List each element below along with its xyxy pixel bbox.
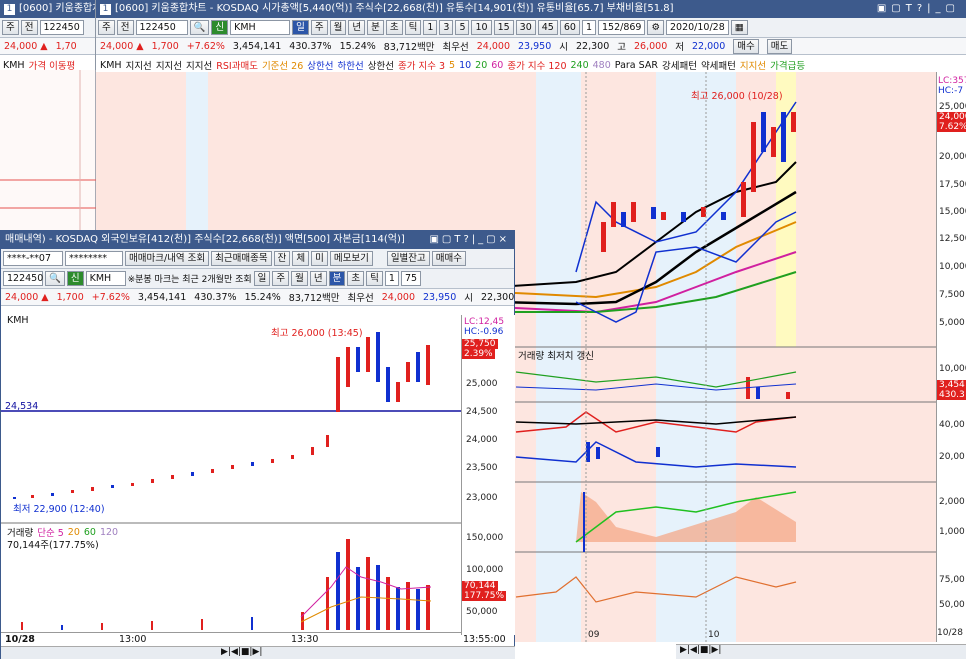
popup-time-input[interactable]: ****-**07 <box>3 251 63 266</box>
daily-balance-button[interactable]: 일별잔고 <box>386 251 430 266</box>
tab-filled[interactable]: 체 <box>292 251 310 266</box>
minute-60-button[interactable]: 60 <box>559 20 580 35</box>
popup-price-chart[interactable] <box>1 327 461 632</box>
popup-high-label: 최고 26,000 (13:45) <box>271 328 363 339</box>
date-input[interactable]: 2020/10/28 <box>666 20 729 35</box>
x-label-09: 09 <box>588 630 600 640</box>
popup-scroll-controls-icon[interactable]: ▶|◀|■|▶| <box>221 647 262 657</box>
popup-count-input[interactable]: 75 <box>400 271 422 286</box>
new-badge: 신 <box>211 20 229 35</box>
period-min-button[interactable]: 분 <box>367 20 384 35</box>
popup-volume-bars <box>21 539 432 630</box>
popup-stock-name: KMH <box>85 271 126 286</box>
calendar-icon[interactable]: ▦ <box>730 20 748 35</box>
popup-y-axis: LC:12,45 HC:-0.96 25,750 2.39% 25,000 24… <box>461 315 515 635</box>
scroll-controls-icon[interactable]: ▶|◀|■|▶| <box>680 645 721 655</box>
x-label-10: 10 <box>708 630 720 640</box>
popup-period-tick[interactable]: 틱 <box>366 271 383 286</box>
left-price-row: 24,000 ▲ 1,70 <box>0 38 95 55</box>
period-tick-button[interactable]: 틱 <box>404 20 422 35</box>
main-scroll-toolbar[interactable]: ▶|◀|■|▶| <box>676 644 966 659</box>
main-price-row: 24,000 ▲ 1,700 +7.62% 3,454,141 430.37% … <box>96 38 966 55</box>
popup-titlebar[interactable]: 매매내역) - KOSDAQ 외국인보유[412(천)] 주식수[22,668(… <box>1 231 514 249</box>
popup-period-min[interactable]: 분 <box>328 271 346 286</box>
popup-window-controls-icon[interactable]: ▣▢T?|_▢× <box>425 231 510 249</box>
period-month-button[interactable]: 월 <box>329 20 347 35</box>
period-year-button[interactable]: 년 <box>348 20 366 35</box>
main-volume-legend: 거래량 최저치 갱신 <box>518 351 594 362</box>
minute-select[interactable]: 1 <box>581 20 596 35</box>
window-controls-icon[interactable]: ▣▢T?|_▢ <box>877 0 960 18</box>
popup-search-icon[interactable]: 🔍 <box>45 271 65 286</box>
left-code-input[interactable]: 122450 <box>39 20 84 35</box>
popup-kmh-label: KMH <box>7 315 29 326</box>
popup-note: ※분봉 마크는 최근 2개월만 조회 <box>127 275 252 285</box>
main-window-titlebar[interactable]: 1 [0600] 키움종합차트 - KOSDAQ 시가총액[5,440(억)] 주… <box>96 0 966 18</box>
popup-scroll-toolbar[interactable]: ▶|◀|■|▶| <box>1 646 515 659</box>
minute-1-button[interactable]: 1 <box>423 20 438 35</box>
minute-5-button[interactable]: 5 <box>455 20 470 35</box>
popup-period-month[interactable]: 월 <box>291 271 308 286</box>
left-prev-select[interactable]: 전 <box>20 20 38 35</box>
main-mode-select[interactable]: 주 <box>98 20 115 35</box>
minute-45-button[interactable]: 45 <box>537 20 558 35</box>
left-mode-select[interactable]: 주 <box>2 20 19 35</box>
popup-toolbar-1: ****-**07 ******** 매매마크/내역 조회 최근매매종목 잔 체… <box>1 249 514 269</box>
minute-10-button[interactable]: 10 <box>471 20 492 35</box>
popup-period-day[interactable]: 일 <box>253 271 271 286</box>
popup-toolbar-2: 122450 🔍 신 KMH ※분봉 마크는 최근 2개월만 조회 일 주 월 … <box>1 269 514 289</box>
popup-price-row: 24,000 ▲ 1,700 +7.62% 3,454,141 430.37% … <box>1 289 514 306</box>
buy-button[interactable]: 매수 <box>733 38 759 54</box>
left-window-titlebar[interactable]: 1[0600] 키움종합차트 <box>0 0 95 18</box>
sell-button[interactable]: 매도 <box>766 38 793 54</box>
main-code-input[interactable]: 122450 <box>135 20 188 35</box>
popup-code-input[interactable]: 122450 <box>3 271 43 286</box>
left-toolbar: 주 전 122450 <box>0 18 95 38</box>
main-prev-select[interactable]: 전 <box>116 20 134 35</box>
period-day-button[interactable]: 일 <box>292 20 309 35</box>
popup-low-label: 최저 22,900 (12:40) <box>13 504 105 515</box>
main-high-label: 최고 26,000 (10/28) <box>691 91 783 102</box>
trade-marks-button[interactable]: 매매마크/내역 조회 <box>125 251 210 266</box>
popup-new-badge: 신 <box>66 271 84 286</box>
search-icon[interactable]: 🔍 <box>189 20 210 35</box>
minute-15-button[interactable]: 15 <box>493 20 514 35</box>
popup-volume-value: 70,144주(177.75%) <box>7 540 99 551</box>
trade-history-popup: 매매내역) - KOSDAQ 외국인보유[412(천)] 주식수[22,668(… <box>0 230 515 659</box>
popup-hline-label: 24,534 <box>5 401 39 412</box>
popup-password-input[interactable]: ******** <box>65 251 123 266</box>
popup-period-year[interactable]: 년 <box>309 271 327 286</box>
popup-trade-button[interactable]: 매매수 <box>431 251 467 266</box>
tab-balance[interactable]: 잔 <box>273 251 291 266</box>
gear-icon[interactable]: ⚙ <box>647 20 664 35</box>
popup-period-week[interactable]: 주 <box>272 271 290 286</box>
memo-button[interactable]: 메모보기 <box>329 251 373 266</box>
tab-unfilled[interactable]: 미 <box>311 251 328 266</box>
period-week-button[interactable]: 주 <box>310 20 328 35</box>
popup-period-sec[interactable]: 초 <box>347 271 365 286</box>
minute-3-button[interactable]: 3 <box>439 20 454 35</box>
recent-trades-button[interactable]: 최근매매종목 <box>211 251 272 266</box>
popup-x-axis: 10/28 13:00 13:30 13:55:00 <box>1 632 506 646</box>
popup-candles <box>13 332 430 499</box>
count-input[interactable]: 152/869 <box>598 20 646 35</box>
minute-30-button[interactable]: 30 <box>515 20 536 35</box>
popup-minute-select[interactable]: 1 <box>384 271 399 286</box>
main-toolbar: 주 전 122450 🔍 신 KMH 일 주 월 년 분 초 틱 1 3 5 1… <box>96 18 966 38</box>
period-sec-button[interactable]: 초 <box>385 20 403 35</box>
main-y-axis: LC:357 HC:-7 25,000 24,000 7.62% 20,000 … <box>936 72 966 642</box>
main-stock-name: KMH <box>230 20 291 35</box>
